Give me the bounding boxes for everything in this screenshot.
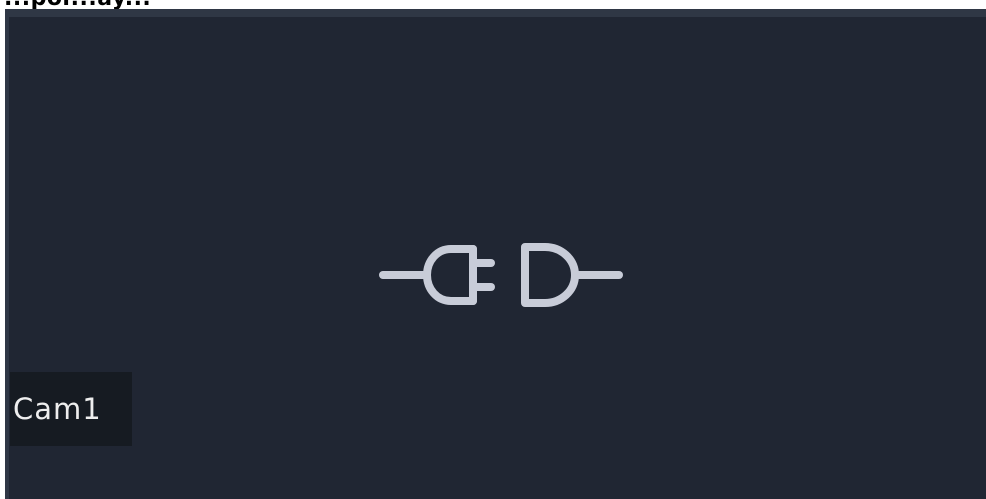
page-header-fragment: ...por...ay... [0,0,986,9]
camera-tile[interactable]: Cam1 [5,9,986,499]
page-header-text: ...por...ay... [4,0,151,9]
page: ...por...ay... Cam1 [0,0,986,499]
plug-disconnected-icon [379,243,623,307]
camera-label: Cam1 [10,372,132,446]
camera-viewport[interactable] [9,17,986,499]
